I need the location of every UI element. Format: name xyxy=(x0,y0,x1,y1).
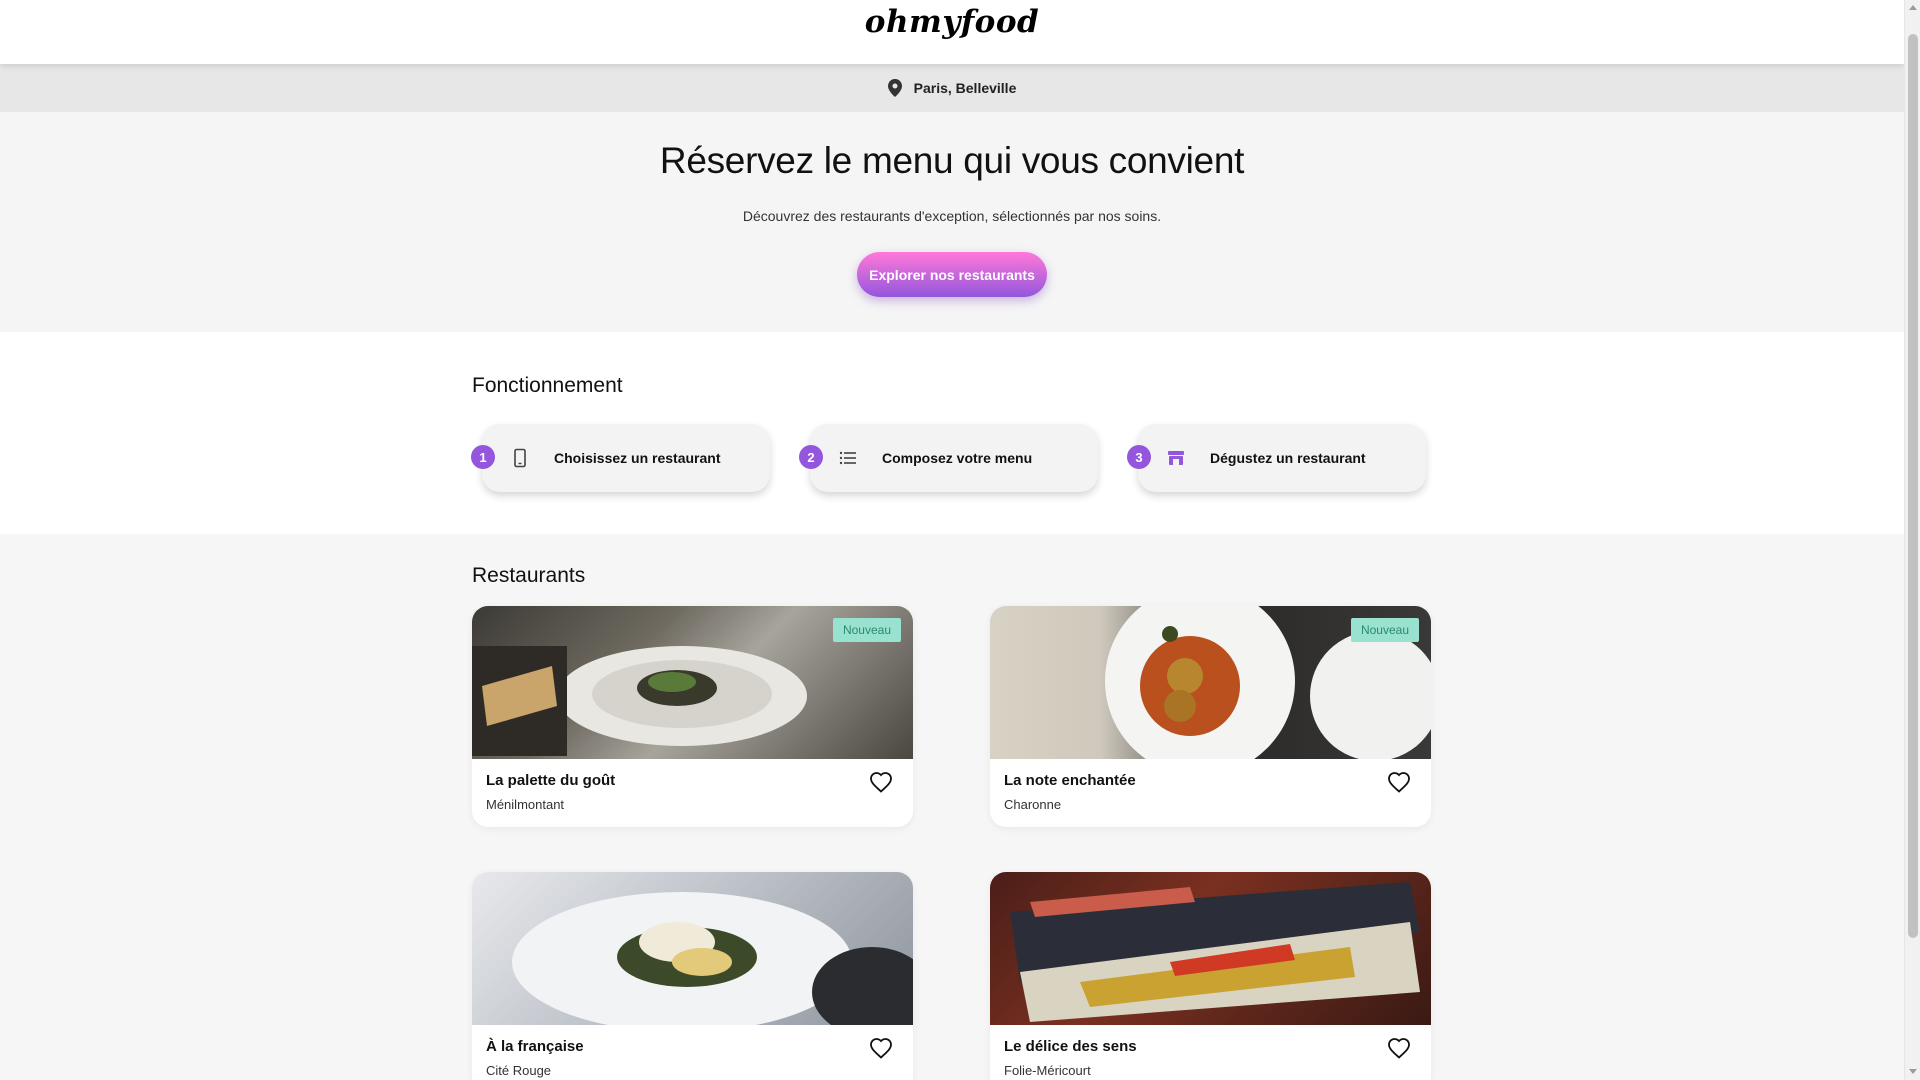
restaurant-card[interactable]: Nouveau La palette du goût Ménilmontant xyxy=(472,606,913,827)
heart-icon[interactable] xyxy=(1387,1037,1411,1059)
restaurant-image xyxy=(990,872,1431,1025)
restaurant-name: Le délice des sens xyxy=(1004,1038,1137,1055)
card-body: Le délice des sens Folie-Méricourt xyxy=(990,1025,1431,1080)
step-card: Dégustez un restaurant xyxy=(1138,424,1426,492)
card-body: La note enchantée Charonne xyxy=(990,759,1431,825)
restaurant-name: La palette du goût xyxy=(486,772,616,789)
vertical-scrollbar[interactable] xyxy=(1904,0,1920,1080)
restaurant-area: Cité Rouge xyxy=(486,1063,552,1078)
step-card: Composez votre menu xyxy=(810,424,1098,492)
list-icon xyxy=(839,451,856,465)
scroll-up-arrow[interactable] xyxy=(1909,5,1917,10)
hero-section: Réservez le menu qui vous convient Décou… xyxy=(0,112,1904,332)
restaurant-name: La note enchantée xyxy=(1004,772,1136,789)
scrollbar-thumb[interactable] xyxy=(1908,34,1918,938)
step-3: 3 Dégustez un restaurant xyxy=(1127,424,1426,494)
step-number: 3 xyxy=(1127,445,1151,469)
step-number: 2 xyxy=(799,445,823,469)
store-icon xyxy=(1168,451,1184,465)
page: ohmyfood Paris, Belleville Réservez le m… xyxy=(0,0,1904,1080)
smartphone-icon xyxy=(514,448,526,468)
heart-icon[interactable] xyxy=(869,1037,893,1059)
restaurant-image: Nouveau xyxy=(990,606,1431,759)
heart-icon[interactable] xyxy=(869,771,893,793)
restaurant-card[interactable]: À la française Cité Rouge xyxy=(472,872,913,1080)
location-text: Paris, Belleville xyxy=(913,80,1017,96)
how-it-works-section: Fonctionnement 1 Choisissez un restauran… xyxy=(0,332,1904,534)
hero-subtitle: Découvrez des restaurants d'exception, s… xyxy=(742,208,1162,224)
restaurant-grid: Nouveau La palette du goût Ménilmontant xyxy=(472,606,1904,1080)
logo[interactable]: ohmyfood xyxy=(865,4,1039,40)
heart-icon[interactable] xyxy=(1387,771,1411,793)
scroll-down-arrow[interactable] xyxy=(1909,1069,1917,1074)
step-1: 1 Choisissez un restaurant xyxy=(471,424,770,494)
section-title-restaurants: Restaurants xyxy=(472,564,586,587)
step-label: Dégustez un restaurant xyxy=(1210,450,1366,466)
card-body: À la française Cité Rouge xyxy=(472,1025,913,1080)
restaurant-card[interactable]: Nouveau La note enchantée Charonne xyxy=(990,606,1431,827)
dish-illustration xyxy=(512,892,913,1025)
explore-restaurants-button[interactable]: Explorer nos restaurants xyxy=(857,252,1047,297)
restaurant-area: Ménilmontant xyxy=(486,797,565,812)
dish-illustration xyxy=(1010,882,1420,1022)
restaurant-area: Folie-Méricourt xyxy=(1004,1063,1091,1078)
restaurant-image xyxy=(472,872,913,1025)
restaurant-image: Nouveau xyxy=(472,606,913,759)
step-label: Composez votre menu xyxy=(882,450,1033,466)
new-badge: Nouveau xyxy=(1350,618,1419,642)
restaurant-area: Charonne xyxy=(1004,797,1062,812)
step-card: Choisissez un restaurant xyxy=(482,424,770,492)
location-bar: Paris, Belleville xyxy=(0,64,1904,112)
site-header: ohmyfood xyxy=(0,0,1904,64)
restaurant-name: À la française xyxy=(486,1038,584,1055)
hero-title: Réservez le menu qui vous convient xyxy=(659,140,1245,181)
restaurants-section: Restaurants Nouveau La palette du goût M… xyxy=(0,534,1904,1080)
card-body: La palette du goût Ménilmontant xyxy=(472,759,913,825)
section-title-how: Fonctionnement xyxy=(472,374,623,397)
restaurant-card[interactable]: Le délice des sens Folie-Méricourt xyxy=(990,872,1431,1080)
step-number: 1 xyxy=(471,445,495,469)
new-badge: Nouveau xyxy=(832,618,901,642)
step-2: 2 Composez votre menu xyxy=(799,424,1098,494)
step-label: Choisissez un restaurant xyxy=(554,450,721,466)
location-pin-icon xyxy=(887,79,902,97)
steps-list: 1 Choisissez un restaurant 2 Composez vo… xyxy=(471,424,1904,494)
